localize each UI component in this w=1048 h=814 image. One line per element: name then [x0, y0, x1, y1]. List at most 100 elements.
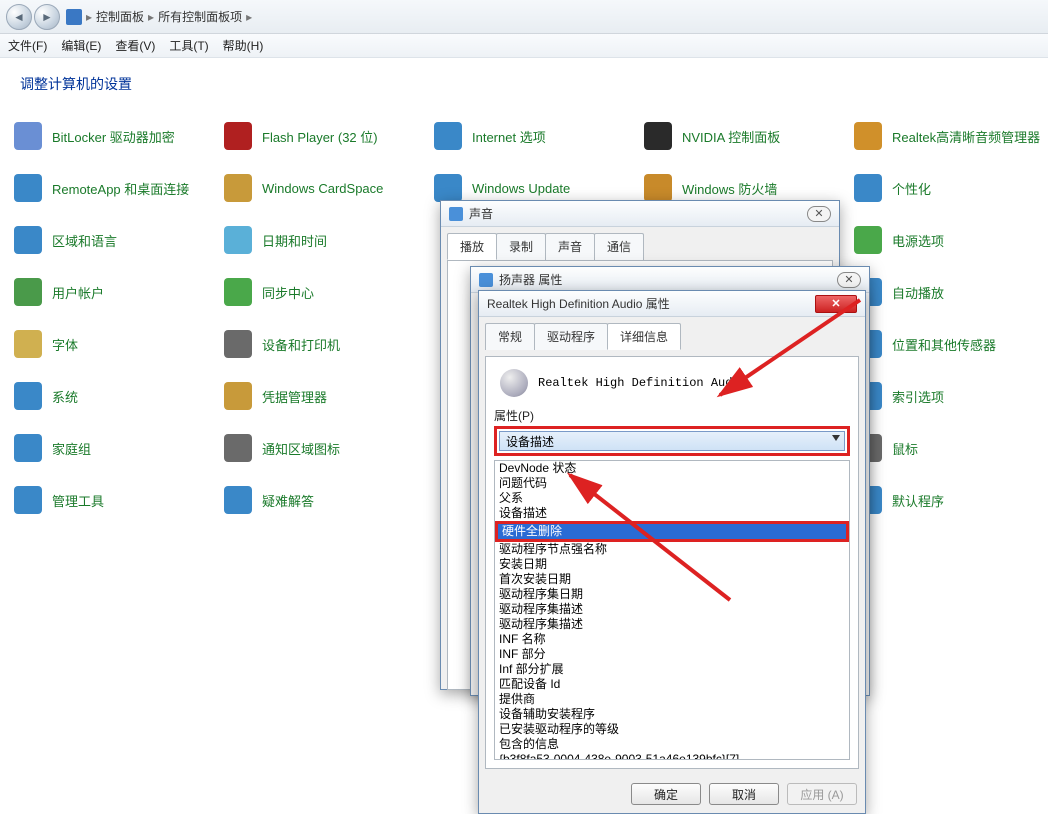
cp-item[interactable]: Internet 选项 [434, 122, 634, 150]
cp-item[interactable]: 电源选项 [854, 226, 1048, 254]
list-item[interactable]: DevNode 状态 [495, 461, 849, 476]
tab-communications[interactable]: 通信 [594, 233, 644, 260]
cp-item-icon [224, 174, 252, 202]
cp-item-icon [224, 330, 252, 358]
menu-edit[interactable]: 编辑(E) [61, 37, 101, 54]
cp-item-label: 鼠标 [892, 439, 918, 458]
cp-item[interactable]: RemoteApp 和桌面连接 [14, 174, 214, 202]
cp-item[interactable]: 个性化 [854, 174, 1048, 202]
cp-item-icon [644, 174, 672, 202]
tab-details[interactable]: 详细信息 [607, 323, 681, 350]
cp-item[interactable]: 日期和时间 [224, 226, 424, 254]
cp-item-label: RemoteApp 和桌面连接 [52, 179, 189, 198]
list-item[interactable]: 包含的信息 [495, 737, 849, 752]
back-button[interactable]: ◄ [6, 4, 32, 30]
cp-item-label: 凭据管理器 [262, 387, 327, 406]
list-item[interactable]: Inf 部分扩展 [495, 662, 849, 677]
cp-item[interactable]: 家庭组 [14, 434, 214, 462]
page-title: 调整计算机的设置 [0, 58, 1048, 102]
cp-item[interactable]: 自动播放 [854, 278, 1048, 306]
cp-item-icon [14, 434, 42, 462]
property-dropdown[interactable]: 设备描述 [499, 431, 845, 451]
realtek-close-button[interactable]: ✕ [815, 295, 857, 313]
menu-file[interactable]: 文件(F) [8, 37, 47, 54]
cp-item[interactable]: 疑难解答 [224, 486, 424, 514]
list-item[interactable]: INF 部分 [495, 647, 849, 662]
property-listbox[interactable]: DevNode 状态问题代码父系设备描述硬件全删除驱动程序节点强名称安装日期首次… [494, 460, 850, 760]
cp-item-label: BitLocker 驱动器加密 [52, 127, 175, 146]
list-item[interactable]: {b3f8fa53-0004-438e-9003-51a46e139bfc}[7… [495, 752, 849, 760]
cp-item-icon [854, 174, 882, 202]
cp-item[interactable]: 鼠标 [854, 434, 1048, 462]
menu-help[interactable]: 帮助(H) [223, 37, 264, 54]
sound-titlebar[interactable]: 声音 ✕ [441, 201, 839, 227]
cp-item[interactable]: 区域和语言 [14, 226, 214, 254]
property-value: 设备描述 [506, 433, 554, 450]
cp-item[interactable]: 默认程序 [854, 486, 1048, 514]
list-item[interactable]: 提供商 [495, 692, 849, 707]
list-item[interactable]: 问题代码 [495, 476, 849, 491]
cp-item[interactable]: 索引选项 [854, 382, 1048, 410]
speaker-props-close-button[interactable]: ✕ [837, 272, 861, 288]
realtek-titlebar[interactable]: Realtek High Definition Audio 属性 ✕ [479, 291, 865, 317]
breadcrumb-item[interactable]: 所有控制面板项 [158, 8, 242, 25]
cp-item[interactable]: Flash Player (32 位) [224, 122, 424, 150]
sound-close-button[interactable]: ✕ [807, 206, 831, 222]
menu-tools[interactable]: 工具(T) [169, 37, 208, 54]
list-item[interactable]: 硬件全删除 [498, 524, 846, 539]
cp-item[interactable]: Windows 防火墙 [644, 174, 844, 202]
cp-item[interactable]: Windows Update [434, 174, 634, 202]
list-item[interactable]: 设备描述 [495, 506, 849, 521]
list-item[interactable]: 驱动程序节点强名称 [495, 542, 849, 557]
list-item[interactable]: 匹配设备 Id [495, 677, 849, 692]
list-item[interactable]: INF 名称 [495, 632, 849, 647]
chevron-down-icon [832, 435, 840, 441]
ok-button[interactable]: 确定 [631, 783, 701, 805]
tab-sounds[interactable]: 声音 [545, 233, 595, 260]
cp-item-label: Flash Player (32 位) [262, 127, 378, 146]
sound-title: 声音 [469, 205, 493, 222]
cp-item-label: 日期和时间 [262, 231, 327, 250]
tab-driver[interactable]: 驱动程序 [534, 323, 608, 350]
forward-button[interactable]: ► [34, 4, 60, 30]
list-item[interactable]: 安装日期 [495, 557, 849, 572]
cp-item[interactable]: 系统 [14, 382, 214, 410]
list-item[interactable]: 驱动程序集描述 [495, 617, 849, 632]
list-item[interactable]: 驱动程序集日期 [495, 587, 849, 602]
menubar: 文件(F) 编辑(E) 查看(V) 工具(T) 帮助(H) [0, 34, 1048, 58]
cp-item[interactable]: 管理工具 [14, 486, 214, 514]
cp-item[interactable]: 位置和其他传感器 [854, 330, 1048, 358]
cp-item-label: 通知区域图标 [262, 439, 340, 458]
cp-item[interactable]: BitLocker 驱动器加密 [14, 122, 214, 150]
list-item[interactable]: 父系 [495, 491, 849, 506]
cancel-button[interactable]: 取消 [709, 783, 779, 805]
breadcrumb-sep: ▸ [246, 10, 252, 24]
list-item[interactable]: 设备辅助安装程序 [495, 707, 849, 722]
cp-item[interactable]: Realtek高清晰音频管理器 [854, 122, 1048, 150]
list-item[interactable]: 首次安装日期 [495, 572, 849, 587]
highlight-property-dropdown: 设备描述 [494, 426, 850, 456]
realtek-tabs: 常规 驱动程序 详细信息 [479, 317, 865, 350]
menu-view[interactable]: 查看(V) [115, 37, 155, 54]
cp-item[interactable]: 用户帐户 [14, 278, 214, 306]
cp-item-label: 家庭组 [52, 439, 91, 458]
cp-item-label: 字体 [52, 335, 78, 354]
apply-button[interactable]: 应用 (A) [787, 783, 857, 805]
breadcrumb[interactable]: ▸ 控制面板 ▸ 所有控制面板项 ▸ [66, 8, 252, 25]
tab-playback[interactable]: 播放 [447, 233, 497, 260]
cp-item-label: 同步中心 [262, 283, 314, 302]
tab-recording[interactable]: 录制 [496, 233, 546, 260]
cp-item[interactable]: 凭据管理器 [224, 382, 424, 410]
cp-item-label: 设备和打印机 [262, 335, 340, 354]
list-item[interactable]: 驱动程序集描述 [495, 602, 849, 617]
tab-general[interactable]: 常规 [485, 323, 535, 350]
cp-item[interactable]: 通知区域图标 [224, 434, 424, 462]
cp-item[interactable]: 设备和打印机 [224, 330, 424, 358]
cp-item[interactable]: NVIDIA 控制面板 [644, 122, 844, 150]
cp-item[interactable]: 字体 [14, 330, 214, 358]
cp-item[interactable]: Windows CardSpace [224, 174, 424, 202]
sound-tabs: 播放 录制 声音 通信 [441, 227, 839, 260]
cp-item[interactable]: 同步中心 [224, 278, 424, 306]
list-item[interactable]: 已安装驱动程序的等级 [495, 722, 849, 737]
breadcrumb-item[interactable]: 控制面板 [96, 8, 144, 25]
